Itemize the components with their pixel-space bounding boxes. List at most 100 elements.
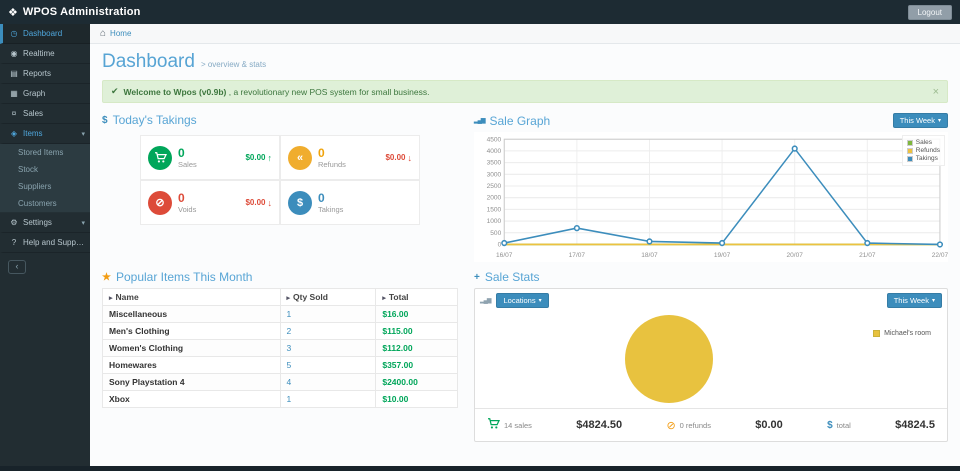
chart-legend: SalesRefundsTakings [902,135,945,166]
item-name: Homewares [103,357,281,374]
chevron-down-icon: ▾ [81,219,85,227]
qty-link[interactable]: 4 [287,377,292,387]
stats-period-button[interactable]: This Week ▾ [887,293,942,308]
qty-link[interactable]: 5 [287,360,292,370]
table-header-row: ▸Name ▸Qty Sold ▸Total [103,289,458,306]
item-total: $16.00 [376,306,458,323]
svg-text:20/07: 20/07 [787,252,804,259]
page-subtitle: > overview & stats [201,60,266,69]
top-row: $ Today's Takings 0 Sales [90,105,960,262]
graph-icon: ▦ [9,89,19,98]
wpos-logo-icon: ❖ [8,6,18,19]
svg-text:2000: 2000 [487,195,502,202]
sidebar-nav: ◷ Dashboard ◉ Realtime ▤ Reports ▦ Graph… [0,24,90,466]
chevron-left-icon: ‹ [16,261,19,271]
svg-text:4000: 4000 [487,148,502,155]
item-name: Xbox [103,391,281,408]
locations-label: Locations [503,296,535,305]
legend-label: Michael's room [884,330,931,337]
sidebar-item-stored-items[interactable]: Stored Items [0,144,90,161]
table-row: Sony Playstation 4 4 $2400.00 [103,374,458,391]
tile-label: Sales [178,160,197,169]
question-icon: ? [9,238,19,247]
column-header-qty[interactable]: ▸Qty Sold [280,289,376,306]
refunds-tile: « 0 Refunds $0.00 ↓ [280,135,420,180]
sidebar-item-stock[interactable]: Stock [0,161,90,178]
qty-link[interactable]: 3 [287,343,292,353]
dollar-icon: $ [288,191,312,215]
svg-text:18/07: 18/07 [641,252,658,259]
qty-link[interactable]: 1 [287,394,292,404]
sidebar-collapse-button[interactable]: ‹ [8,260,26,274]
popular-items-section: ★ Popular Items This Month ▸Name ▸Qty So… [102,270,458,442]
sidebar-item-sales[interactable]: ¤ Sales [0,104,90,124]
column-header-name[interactable]: ▸Name [103,289,281,306]
sidebar-item-suppliers[interactable]: Suppliers [0,178,90,195]
svg-text:1500: 1500 [487,206,502,213]
tile-value: 0 [318,146,346,160]
sidebar-item-customers[interactable]: Customers [0,195,90,212]
check-icon: ✔ [111,86,119,97]
tag-icon: ◈ [9,129,19,138]
sidebar-item-label: Help and Support [23,238,85,247]
app-title: WPOS Administration [23,6,141,18]
sidebar-item-items[interactable]: ◈ Items ▾ [0,124,90,144]
sidebar-item-label: Reports [23,69,51,78]
metric-label: 0 refunds [680,421,711,430]
metric-value: $4824.5 [895,419,935,431]
close-icon[interactable]: × [933,88,939,96]
tile-label: Refunds [318,160,346,169]
main-content: ⌂ Home Dashboard > overview & stats ✔ We… [90,24,960,466]
caret-down-icon: ▾ [938,117,941,124]
voids-tile: ⊘ 0 Voids $0.00 ↓ [140,180,280,225]
graph-period-button[interactable]: This Week ▾ [893,113,948,128]
sidebar-item-label: Settings [23,218,52,227]
sale-stats-section: + Sale Stats ▂▄▆ Locations ▾ This Week [474,270,948,442]
sidebar-item-settings[interactable]: ⚙ Settings ▾ [0,213,90,233]
down-arrow-icon: ↓ [268,198,273,208]
tile-amount: $0.00 [245,198,265,207]
tile-amount: $0.00 [385,153,405,162]
dollar-icon: $ [102,115,108,126]
sale-graph-section: ▂▄▆ Sale Graph This Week ▾ 16/0717/0718/… [474,113,948,262]
line-chart: 16/0717/0718/0719/0720/0721/0722/0705001… [474,132,948,262]
item-name: Men's Clothing [103,323,281,340]
sidebar-item-realtime[interactable]: ◉ Realtime [0,44,90,64]
todays-takings-section: $ Today's Takings 0 Sales [102,113,458,262]
cart-icon: ¤ [9,109,19,118]
breadcrumb-home-link[interactable]: Home [110,29,131,38]
dollar-icon: $ [827,420,833,431]
table-row: Homewares 5 $357.00 [103,357,458,374]
table-row: Women's Clothing 3 $112.00 [103,340,458,357]
stats-footer: 14 sales $4824.50 ⊘ 0 refunds $0.00 $ to… [475,408,947,441]
qty-link[interactable]: 1 [287,309,292,319]
locations-button[interactable]: Locations ▾ [496,293,548,308]
logout-button[interactable]: Logout [908,5,952,20]
sidebar-item-label: Dashboard [23,29,62,38]
cart-icon [148,146,172,170]
column-header-total[interactable]: ▸Total [376,289,458,306]
cart-icon [487,416,500,434]
dashboard-icon: ◷ [9,29,19,38]
svg-text:21/07: 21/07 [859,252,876,259]
qty-link[interactable]: 2 [287,326,292,336]
alert-rest: , a revolutionary new POS system for sma… [226,87,429,97]
sidebar-item-label: Realtime [23,49,55,58]
home-icon: ⌂ [100,28,106,39]
legend-swatch [873,330,880,337]
item-total: $10.00 [376,391,458,408]
sidebar-item-reports[interactable]: ▤ Reports [0,64,90,84]
caret-down-icon: ▾ [932,297,935,304]
svg-text:17/07: 17/07 [569,252,586,259]
svg-text:0: 0 [498,241,502,248]
table-row: Men's Clothing 2 $115.00 [103,323,458,340]
sidebar-item-graph[interactable]: ▦ Graph [0,84,90,104]
sidebar-item-dashboard[interactable]: ◷ Dashboard [0,24,90,44]
footer-bar [0,466,960,471]
svg-text:4500: 4500 [487,136,502,143]
svg-text:19/07: 19/07 [714,252,731,259]
chevron-down-icon: ▾ [81,130,85,138]
star-icon: ★ [102,272,111,283]
total-metric: $ total [827,420,851,431]
sidebar-item-help[interactable]: ? Help and Support [0,233,90,253]
